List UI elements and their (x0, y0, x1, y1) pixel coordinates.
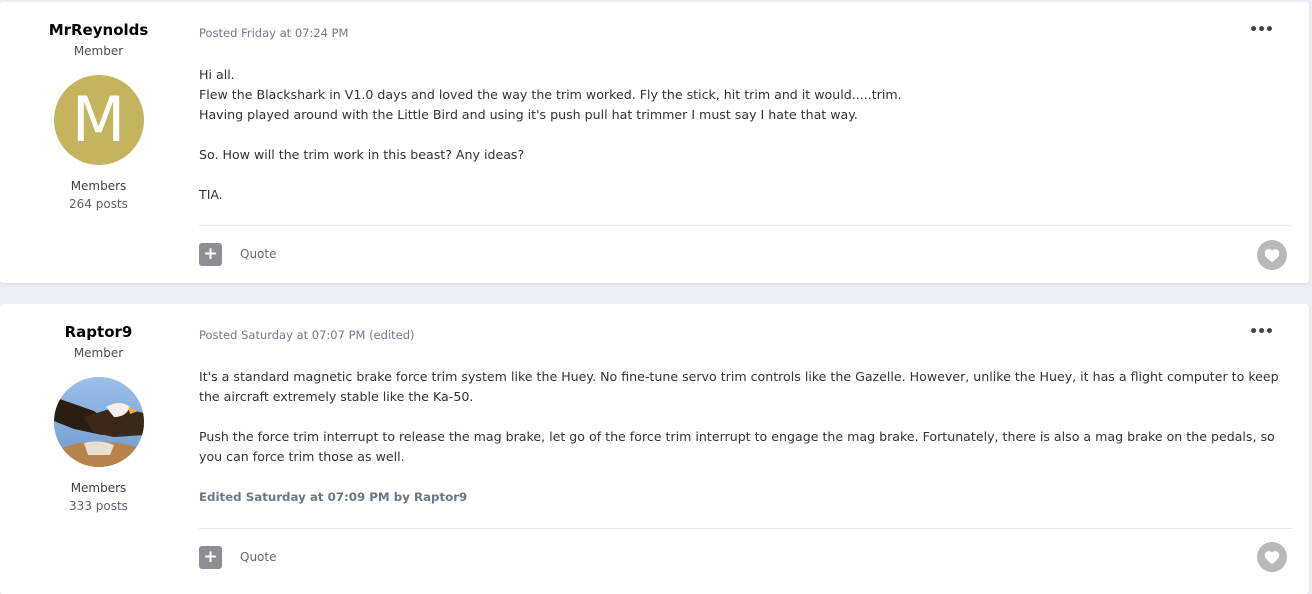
author-panel: MrReynolds Member M Members 264 posts (0, 2, 197, 211)
author-group: Members (70, 179, 127, 193)
quote-button[interactable]: Quote (240, 247, 276, 261)
avatar-letter: M (71, 83, 126, 156)
author-post-count: 333 posts (69, 499, 128, 513)
author-group: Members (70, 481, 127, 495)
post-paragraph: So. How will the trim work in this beast… (199, 147, 525, 162)
author-rank: Member (73, 44, 124, 58)
forum-post: MrReynolds Member M Members 264 posts Po… (0, 2, 1309, 283)
multiquote-button[interactable]: + (199, 243, 222, 266)
post-paragraph: Hi all. Flew the Blackshark in V1.0 days… (199, 67, 902, 122)
avatar[interactable]: M (53, 75, 144, 165)
more-icon[interactable]: ••• (1249, 324, 1274, 340)
author-rank: Member (73, 346, 124, 360)
post-timestamp[interactable]: Posted Friday at 07:24 PM (199, 26, 348, 40)
author-name[interactable]: MrReynolds (0, 21, 197, 39)
edited-note: Edited Saturday at 07:09 PM by Raptor9 (199, 490, 468, 504)
post-content: Hi all. Flew the Blackshark in V1.0 days… (199, 65, 1292, 225)
post-content: It's a standard magnetic brake force tri… (199, 367, 1292, 507)
divider (199, 528, 1292, 529)
author-name[interactable]: Raptor9 (0, 323, 197, 341)
multiquote-button[interactable]: + (199, 546, 222, 569)
quote-button[interactable]: Quote (240, 550, 276, 564)
post-paragraph: Push the force trim interrupt to release… (199, 429, 1275, 464)
heart-icon (1264, 551, 1280, 565)
divider (199, 225, 1292, 226)
post-paragraph: It's a standard magnetic brake force tri… (199, 369, 1279, 404)
plus-icon: + (203, 547, 218, 567)
like-button[interactable] (1257, 240, 1287, 270)
plus-icon: + (203, 244, 218, 264)
avatar[interactable] (53, 377, 144, 467)
post-paragraph: TIA. (199, 187, 223, 202)
like-button[interactable] (1257, 542, 1287, 572)
eagle-avatar-image (53, 377, 144, 467)
heart-icon (1264, 249, 1280, 263)
post-timestamp[interactable]: Posted Saturday at 07:07 PM (edited) (199, 328, 415, 342)
author-post-count: 264 posts (69, 197, 128, 211)
author-panel: Raptor9 Member Members 333 posts (0, 304, 197, 513)
forum-post: Raptor9 Member Members 333 posts Posted … (0, 304, 1309, 594)
more-icon[interactable]: ••• (1249, 22, 1274, 38)
